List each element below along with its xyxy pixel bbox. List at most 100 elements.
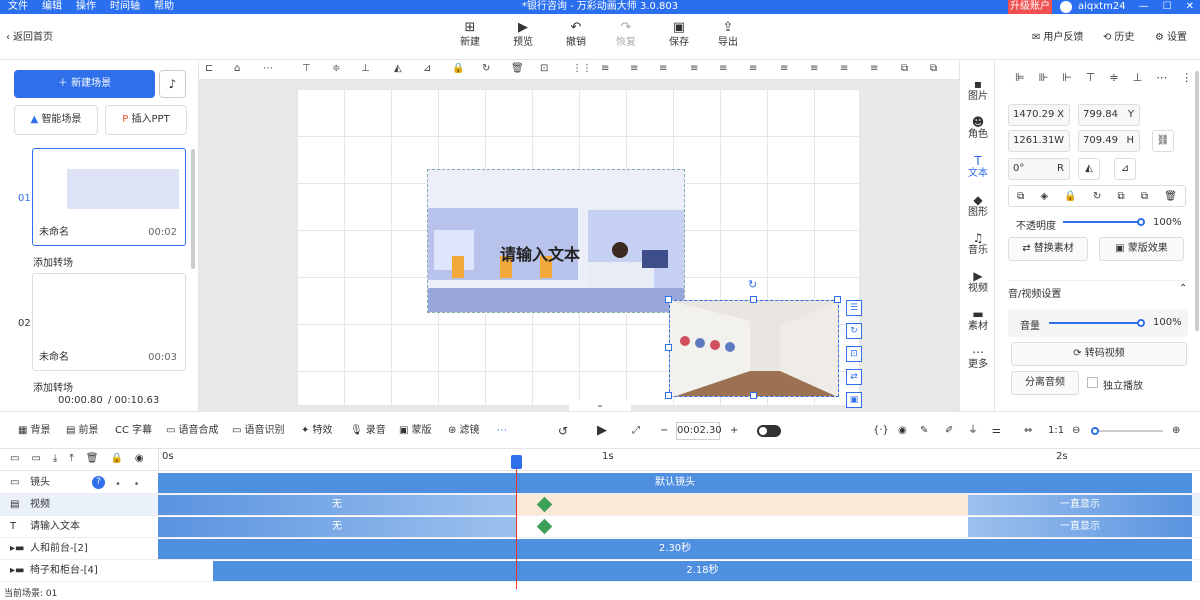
align-icon[interactable]: ≡: [810, 63, 818, 74]
smart-scene-button[interactable]: ▲ 智能场景: [14, 105, 98, 135]
timeline-bar-gap[interactable]: [516, 495, 968, 515]
rotate-quick-icon[interactable]: ↻: [846, 323, 862, 339]
align-icon[interactable]: ≡: [630, 63, 638, 74]
play-icon[interactable]: ▶: [597, 424, 607, 438]
time-ruler[interactable]: 0s 1s 2s: [158, 449, 1192, 471]
asr-button[interactable]: ▭ 语音识别: [232, 424, 284, 438]
menu-file[interactable]: 文件: [8, 0, 28, 14]
zoom-slider[interactable]: [1093, 430, 1163, 432]
tab-material[interactable]: ▬ 素材: [960, 307, 996, 333]
volume-knob[interactable]: [1137, 319, 1145, 327]
lock-icon[interactable]: 🔒: [1064, 191, 1076, 202]
scene-card[interactable]: 未命名 00:02: [32, 148, 186, 246]
align-icon[interactable]: ≡: [659, 63, 667, 74]
mask-effect-button[interactable]: ▣ 蒙版效果: [1099, 237, 1184, 261]
minimize-icon[interactable]: —: [1139, 0, 1149, 14]
align-middle-icon[interactable]: ≑: [332, 63, 340, 74]
replace-quick-icon[interactable]: ⇄: [846, 369, 862, 385]
align-bottom-icon[interactable]: ⊥: [1133, 71, 1143, 84]
zoom-out-icon[interactable]: ⊖: [1072, 424, 1080, 438]
timeline-bar[interactable]: 无: [158, 495, 516, 515]
timeline-bar[interactable]: 2.18秒: [213, 561, 1192, 581]
align-top-icon[interactable]: ⊤: [1086, 71, 1096, 84]
tab-image[interactable]: ▪ 图片: [960, 77, 996, 103]
menu-edit[interactable]: 编辑: [42, 0, 62, 14]
duplicate-icon[interactable]: ⧉: [1118, 191, 1125, 202]
opacity-knob[interactable]: [1137, 218, 1145, 226]
playhead-handle[interactable]: [511, 455, 522, 469]
align-icon[interactable]: ≡: [870, 63, 878, 74]
resize-handle[interactable]: [750, 296, 757, 303]
more-icon[interactable]: ⋯: [263, 63, 273, 74]
pen-icon[interactable]: ✐: [945, 424, 953, 438]
more-icon[interactable]: ⋯: [497, 424, 507, 438]
resize-handle[interactable]: [665, 296, 672, 303]
distribute-v-icon[interactable]: ⋮: [1181, 71, 1192, 84]
height-field[interactable]: 709.49 H: [1078, 130, 1140, 152]
align-icon[interactable]: ≡: [840, 63, 848, 74]
separate-audio-button[interactable]: 分离音频: [1011, 371, 1079, 395]
align-left-icon[interactable]: ⊫: [1015, 71, 1025, 84]
timeline-bar[interactable]: 一直显示: [968, 517, 1192, 537]
flip-horizontal-icon[interactable]: ◭: [1078, 158, 1100, 180]
funnel-icon[interactable]: ⏚: [968, 424, 978, 438]
undo-button[interactable]: ↶ 撤销: [556, 20, 596, 50]
flip-icon[interactable]: ◭: [394, 63, 402, 74]
move-down-icon[interactable]: ⤓: [53, 453, 57, 464]
avatar[interactable]: [1060, 1, 1072, 13]
close-icon[interactable]: ✕: [1186, 0, 1194, 14]
caption-button[interactable]: CC 字幕: [115, 424, 152, 438]
lock-icon[interactable]: 🔒: [110, 453, 122, 464]
align-icon[interactable]: ≡: [719, 63, 727, 74]
width-field[interactable]: 1261.31 W: [1008, 130, 1070, 152]
resize-handle[interactable]: [834, 296, 841, 303]
delete-icon[interactable]: 🗑: [86, 453, 99, 464]
effects-button[interactable]: ✦ 特效: [301, 424, 332, 438]
redo-button[interactable]: ↷ 恢复: [606, 20, 646, 50]
rotate-icon[interactable]: ↻: [482, 63, 490, 74]
add-transition-link[interactable]: 添加转场: [33, 379, 73, 394]
menu-timeline[interactable]: 时间轴: [110, 0, 140, 14]
skew-icon[interactable]: ⊿: [423, 63, 431, 74]
playhead[interactable]: [516, 457, 517, 600]
resize-handle[interactable]: [665, 392, 672, 399]
rotate-icon[interactable]: ↻: [1093, 191, 1101, 202]
tab-music[interactable]: ♫ 音乐: [960, 231, 996, 257]
align-middle-icon[interactable]: ≑: [1109, 71, 1118, 84]
track-group[interactable]: ▸▬ 椅子和柜台-[4] 2.18秒: [0, 560, 1200, 582]
opacity-slider[interactable]: [1063, 221, 1139, 223]
y-field[interactable]: 799.84 Y: [1078, 104, 1140, 126]
camera-icon[interactable]: ◉: [898, 424, 907, 438]
save-button[interactable]: ▣ 保存: [659, 20, 699, 50]
add-folder-icon[interactable]: ▭: [10, 453, 19, 464]
upgrade-button[interactable]: 升级账户: [1008, 0, 1052, 14]
zoom-in-icon[interactable]: ⊕: [1172, 424, 1180, 438]
new-scene-button[interactable]: ＋ 新建场景: [14, 70, 155, 98]
text-layer[interactable]: 请输入文本: [500, 241, 580, 265]
align-bottom-icon[interactable]: ⊥: [361, 63, 370, 74]
zoom-knob[interactable]: [1091, 427, 1099, 435]
distribute-h-icon[interactable]: ⋯: [1156, 71, 1167, 84]
minus-icon[interactable]: −: [660, 424, 668, 438]
crop-icon[interactable]: ⊡: [540, 63, 548, 74]
align-icon[interactable]: ≡: [601, 63, 609, 74]
keyframe-icon[interactable]: [536, 518, 553, 535]
rotation-field[interactable]: 0° R: [1008, 158, 1070, 180]
fit-icon[interactable]: ⇔: [1024, 424, 1032, 438]
toggle-switch[interactable]: [757, 425, 781, 437]
align-icon[interactable]: ≡: [690, 63, 698, 74]
align-icon[interactable]: ≡: [749, 63, 757, 74]
maximize-icon[interactable]: ☐: [1163, 0, 1172, 14]
tab-character[interactable]: ☻ 角色: [960, 115, 996, 141]
mask-button[interactable]: ▣ 蒙版: [399, 424, 431, 438]
eye-icon[interactable]: ◉: [135, 453, 144, 464]
settings-button[interactable]: ⚙ 设置: [1155, 31, 1187, 45]
rotate-handle-icon[interactable]: ↻: [748, 278, 757, 291]
new-button[interactable]: ⊞ 新建: [450, 20, 490, 50]
timeline-bar[interactable]: 2.30秒: [158, 539, 1192, 559]
scrollbar[interactable]: [191, 149, 195, 269]
copy-icon[interactable]: ⧉: [1017, 191, 1024, 202]
tab-shape[interactable]: ◆ 图形: [960, 193, 996, 219]
chevron-up-icon[interactable]: ⌃: [1179, 283, 1187, 294]
delete-icon[interactable]: 🗑: [511, 63, 524, 74]
